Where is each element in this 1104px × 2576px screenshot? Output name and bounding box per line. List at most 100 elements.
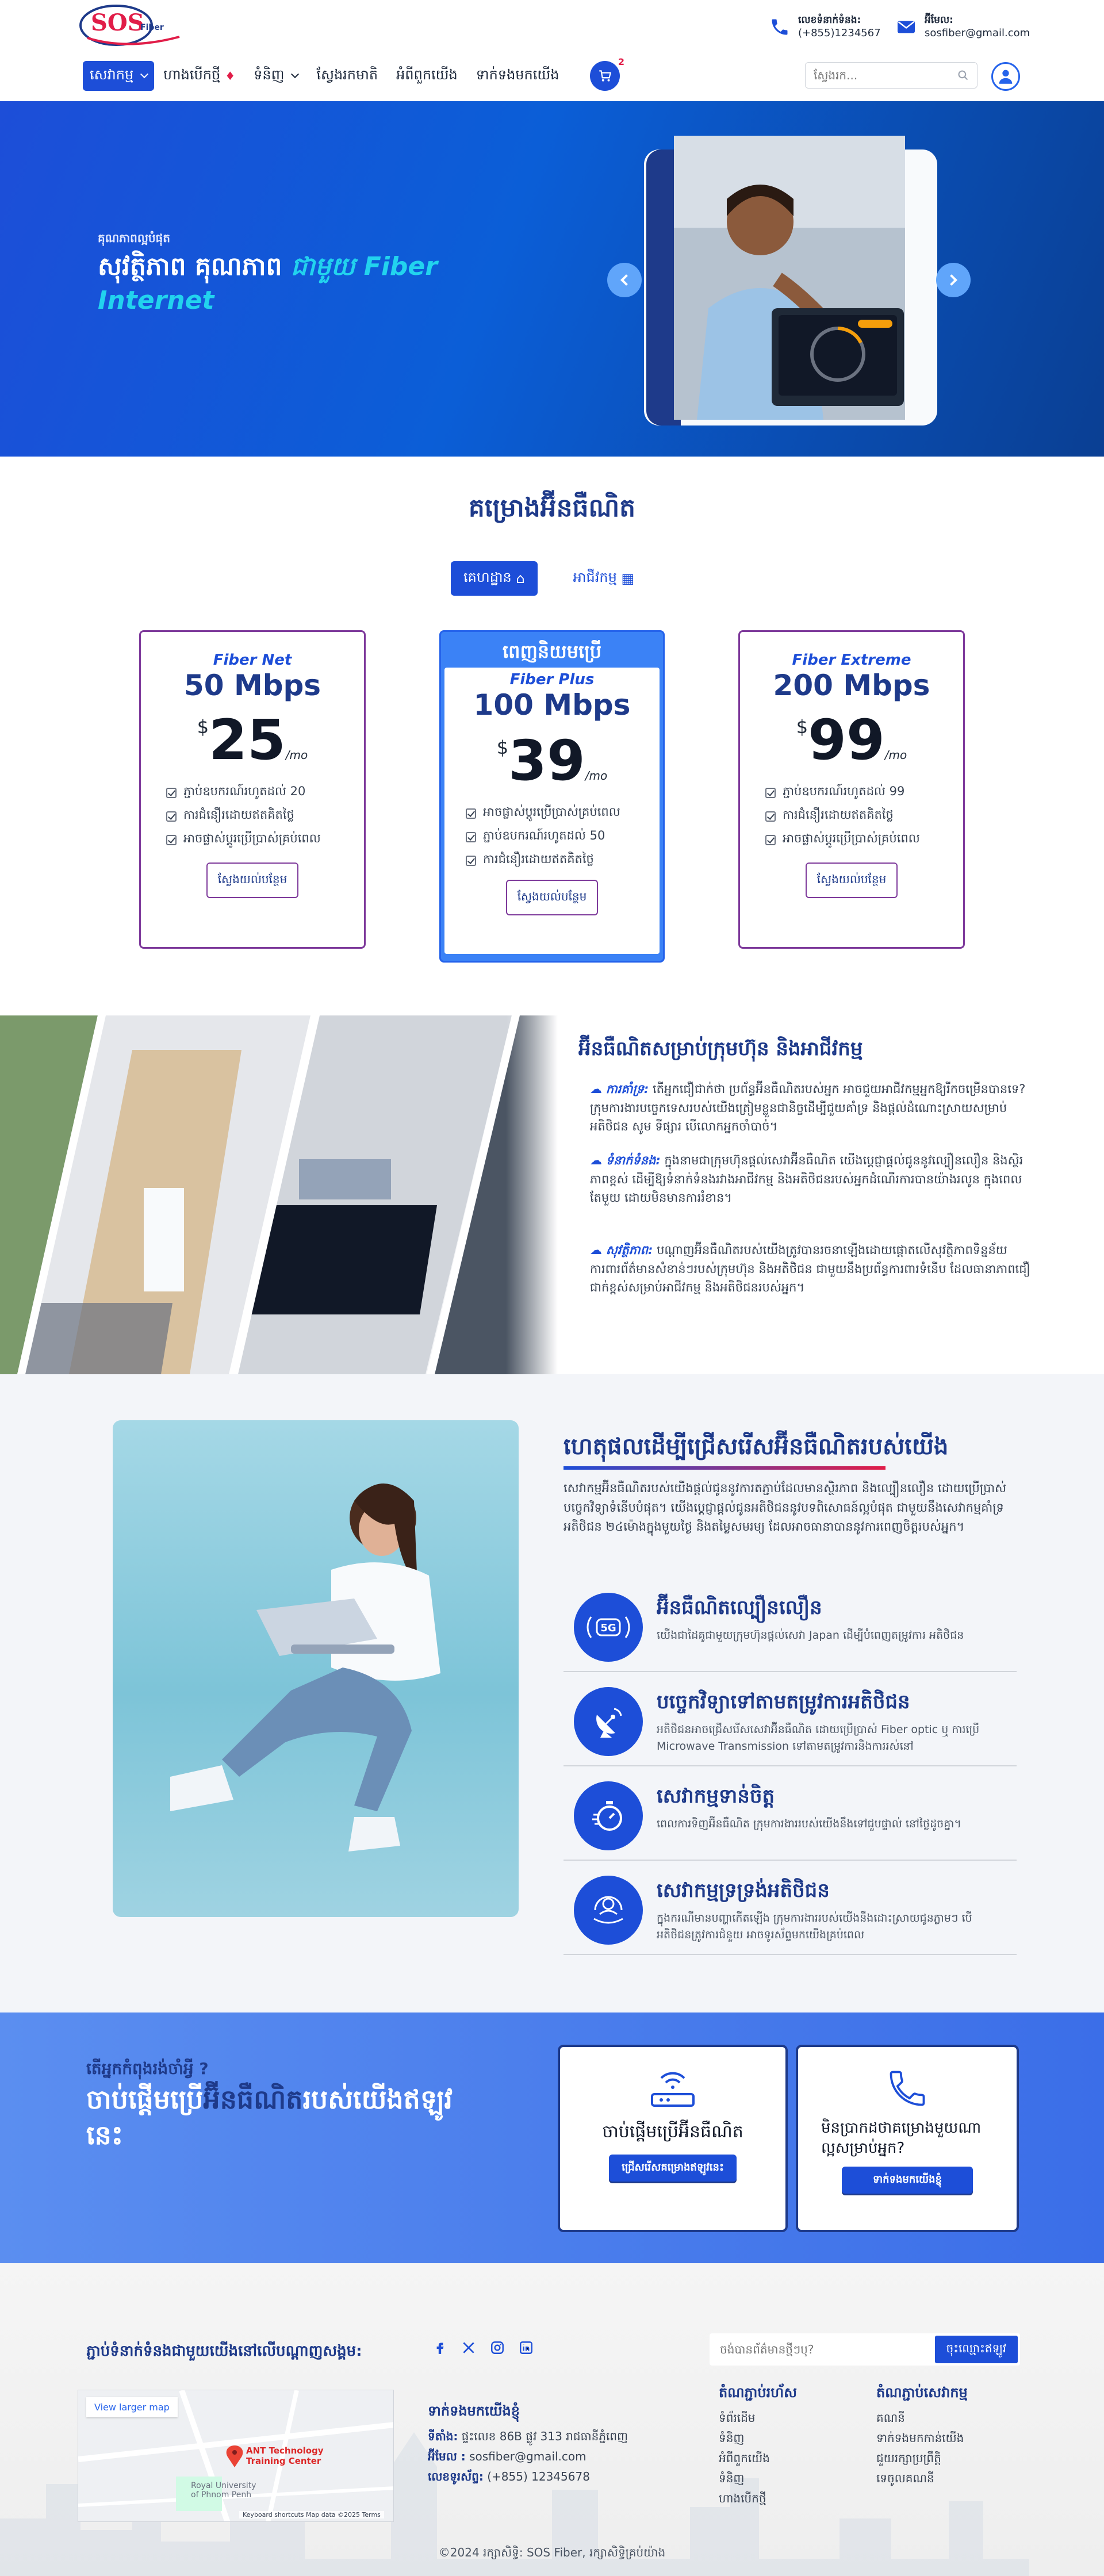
footer-link[interactable]: ទាក់ទងមកកាន់យើង xyxy=(876,2428,968,2448)
tab-home[interactable]: គេហដ្ឋាន ⌂ xyxy=(451,561,538,596)
plans-tabs: គេហដ្ឋាន ⌂ អាជីវកម្ម ▦ xyxy=(451,561,647,596)
footer-link[interactable]: ទេចូលគណនី xyxy=(876,2468,968,2489)
site-footer: ភ្ជាប់ទំនាក់ទំនងជាមួយយើងនៅលើបណ្តាញសង្គម:… xyxy=(0,2263,1104,2576)
view-larger-map-link[interactable]: View larger map xyxy=(86,2397,178,2417)
hero-kicker: គុណភាពល្អបំផុត xyxy=(98,231,170,245)
check-icon xyxy=(166,787,177,798)
footer-link[interactable]: ទំនិញ xyxy=(719,2428,797,2448)
newsletter-input[interactable] xyxy=(710,2343,935,2356)
plan-feature-text: ការជំនឿរដោយឥតគិតថ្លៃ xyxy=(483,852,594,866)
facebook-icon[interactable] xyxy=(431,2339,448,2356)
cta-contact-title: មិនប្រាកដថាគម្រោងមួយណាល្អសម្រាប់អ្នក? xyxy=(821,2119,982,2157)
footer-link[interactable]: គណនី xyxy=(876,2408,968,2428)
plan-feature: អាចផ្លាស់ប្តូរប្រើប្រាស់គ្រប់ពេល xyxy=(765,831,938,849)
cart-button[interactable]: 2 xyxy=(590,56,624,91)
plan-currency: $ xyxy=(197,716,209,738)
email-label: អ៊ីមែល: xyxy=(925,14,953,26)
hero-next-button[interactable] xyxy=(936,263,971,297)
phone-label: លេខទូរស័ព្ទ: xyxy=(428,2470,484,2483)
footer-link[interactable]: ទំនិញ xyxy=(719,2468,797,2489)
plan-feature-text: អាចផ្លាស់ប្តូរប្រើប្រាស់គ្រប់ពេល xyxy=(483,805,620,819)
site-header: SOS Fiber លេខទំនាក់ទំនង: (+855)1234567 អ៊… xyxy=(0,0,1104,101)
plans-title: គម្រោងអ៊ីនធឺណិត xyxy=(468,493,636,523)
user-account-button[interactable] xyxy=(991,62,1020,91)
newsletter-form: ចុះឈ្មោះឥឡូវ xyxy=(710,2333,1020,2366)
user-icon xyxy=(999,70,1013,84)
feature-title: សេវាកម្មទាន់ចិត្ត xyxy=(657,1785,775,1808)
tab-business[interactable]: អាជីវកម្ម ▦ xyxy=(561,561,647,596)
business-security-text: ☁ សុវត្ថិភាព: បណ្តាញអ៊ីនធឺណិតរបស់យើងត្រូ… xyxy=(590,1241,1038,1297)
plan-feature-text: ភ្ជាប់ឧបករណ៍រហូតដល់ 50 xyxy=(483,829,605,842)
plan-speed: 100 Mbps xyxy=(473,688,631,722)
search-icon[interactable] xyxy=(957,70,969,81)
sos-fiber-logo[interactable]: SOS Fiber xyxy=(76,2,191,52)
footer-link[interactable]: ជួយរក្សាប្រព្រឹត្តិ xyxy=(876,2448,968,2468)
cta-start-title: ចាប់ផ្តើមប្រើអ៊ីនធឺណិត xyxy=(602,2122,743,2142)
nav-products[interactable]: ទំនិញ xyxy=(244,61,307,91)
check-icon xyxy=(765,834,776,845)
plan-price-value: 25 xyxy=(209,708,286,772)
phone-value: (+855)1234567 xyxy=(798,27,881,40)
plan-learn-more-button[interactable]: ស្វែងយល់បន្ថែម xyxy=(206,862,299,898)
5g-icon: 5G xyxy=(574,1593,643,1662)
check-icon xyxy=(466,831,476,842)
footer-phone[interactable]: លេខទូរស័ព្ទ: (+855) 12345678 xyxy=(428,2467,681,2487)
email-label: អ៊ីមែល : xyxy=(428,2450,466,2463)
stopwatch-icon xyxy=(574,1781,643,1850)
nav-new-shop[interactable]: ហាងបើកថ្មី ♦ xyxy=(154,61,244,91)
plan-price-value: 99 xyxy=(808,708,885,772)
footer-email[interactable]: អ៊ីមែល : sosfiber@gmail.com xyxy=(428,2447,681,2467)
linkedin-icon[interactable] xyxy=(518,2339,535,2356)
x-twitter-icon[interactable] xyxy=(460,2339,477,2356)
contact-us-button[interactable]: ទាក់ទងមកយើងខ្ញុំ xyxy=(842,2167,973,2194)
plan-feature: ភ្ជាប់ឧបករណ៍រហូតដល់ 50 xyxy=(466,828,638,846)
logo-subtext: Fiber xyxy=(140,23,164,32)
check-icon xyxy=(765,787,776,798)
plan-learn-more-button[interactable]: ស្វែងយល់បន្ថែម xyxy=(805,862,898,898)
plan-period: /mo xyxy=(285,748,308,762)
plan-card-fiber-net: Fiber Net 50 Mbps $25/mo ភ្ជាប់ឧបករណ៍រហូ… xyxy=(139,630,366,949)
check-icon xyxy=(466,855,476,866)
plan-feature: ការជំនឿរដោយឥតគិតថ្លៃ xyxy=(765,807,938,825)
nav-search-content[interactable]: ស្វែងរកមាតិ xyxy=(307,61,387,91)
feature-desc: យើងជាដៃគូជាមួយក្រុមហ៊ុនផ្តល់សេវា Japan ដ… xyxy=(657,1629,964,1642)
instagram-icon[interactable] xyxy=(489,2339,506,2356)
header-email[interactable]: អ៊ីមែល: sosfiber@gmail.com xyxy=(896,14,1030,40)
plan-feature-text: ភ្ជាប់ឧបករណ៍រហូតដល់ 20 xyxy=(183,784,306,798)
business-title: អ៊ីនធឺណិតសម្រាប់ក្រុមហ៊ុន និងអាជីវកម្ម xyxy=(578,1037,863,1060)
header-phone[interactable]: លេខទំនាក់ទំនង: (+855)1234567 xyxy=(769,14,881,40)
business-item-key: សុវត្ថិភាព: xyxy=(605,1243,653,1257)
choose-plan-button[interactable]: ជ្រើសរើសគម្រោងឥឡូវនេះ xyxy=(609,2154,737,2182)
phone-icon xyxy=(798,2067,1017,2113)
footer-link[interactable]: ហាងបើកថ្មី xyxy=(719,2489,797,2509)
footer-link[interactable]: ទំព័រដើម xyxy=(719,2408,797,2428)
cta-start-box: ចាប់ផ្តើមប្រើអ៊ីនធឺណិត ជ្រើសរើសគម្រោងឥឡូ… xyxy=(558,2045,788,2232)
plan-price: $25/mo xyxy=(141,712,364,768)
cta-title-accent: អ៊ីនធឺណិត xyxy=(203,2084,303,2115)
footer-link[interactable]: អំពីពួកយើង xyxy=(719,2448,797,2468)
search-input[interactable] xyxy=(814,68,957,82)
office-collage-image xyxy=(0,1015,558,1374)
feature-customer-support: សេវាកម្មទ្រទ្រង់អតិថិជន ក្នុងករណីមានបញ្ហ… xyxy=(564,1864,1017,1955)
nav-products-label: ទំនិញ xyxy=(254,66,285,83)
logo-text: SOS xyxy=(91,9,144,36)
cta-question: តើអ្នកកំពុងរង់ចាំអ្វី ? xyxy=(86,2059,209,2078)
search-box xyxy=(805,62,977,89)
tag-icon: ♦ xyxy=(225,69,236,83)
feature-technology: បច្ចេកវិទ្យាទៅតាមតម្រូវការអតិថិជន អតិថិជ… xyxy=(564,1676,1017,1766)
plan-learn-more-button[interactable]: ស្វែងយល់បន្ថែម xyxy=(505,880,599,915)
hero-prev-button[interactable] xyxy=(607,263,642,297)
map-attribution: Keyboard shortcuts Map data ©2025 Terms xyxy=(239,2511,384,2518)
nav-about[interactable]: អំពីពួកយើង xyxy=(387,61,467,91)
house-icon: ⌂ xyxy=(516,570,525,586)
nav-contact[interactable]: ទាក់ទងមកយើង xyxy=(467,61,569,91)
cloud-icon: ☁ xyxy=(590,1153,606,1167)
location-map[interactable]: View larger map ANT Technology Training … xyxy=(78,2390,394,2522)
footer-contact-head: ទាក់ទងមកយើងខ្ញុំ xyxy=(428,2403,520,2419)
newsletter-submit-button[interactable]: ចុះឈ្មោះឥឡូវ xyxy=(934,2336,1018,2363)
nav-services[interactable]: សេវាកម្ម xyxy=(83,61,155,91)
plan-speed: 50 Mbps xyxy=(183,669,321,702)
main-nav: សេវាកម្ម ហាងបើកថ្មី ♦ ទំនិញ ស្វែងរកមាតិ អ… xyxy=(83,61,568,91)
hero-banner: គុណភាពល្អបំផុត សុវត្ថិភាព គុណភាព ជាមួយ F… xyxy=(0,101,1104,457)
plan-features: ភ្ជាប់ឧបករណ៍រហូតដល់ 99 ការជំនឿរដោយឥតគិតថ… xyxy=(765,784,938,849)
